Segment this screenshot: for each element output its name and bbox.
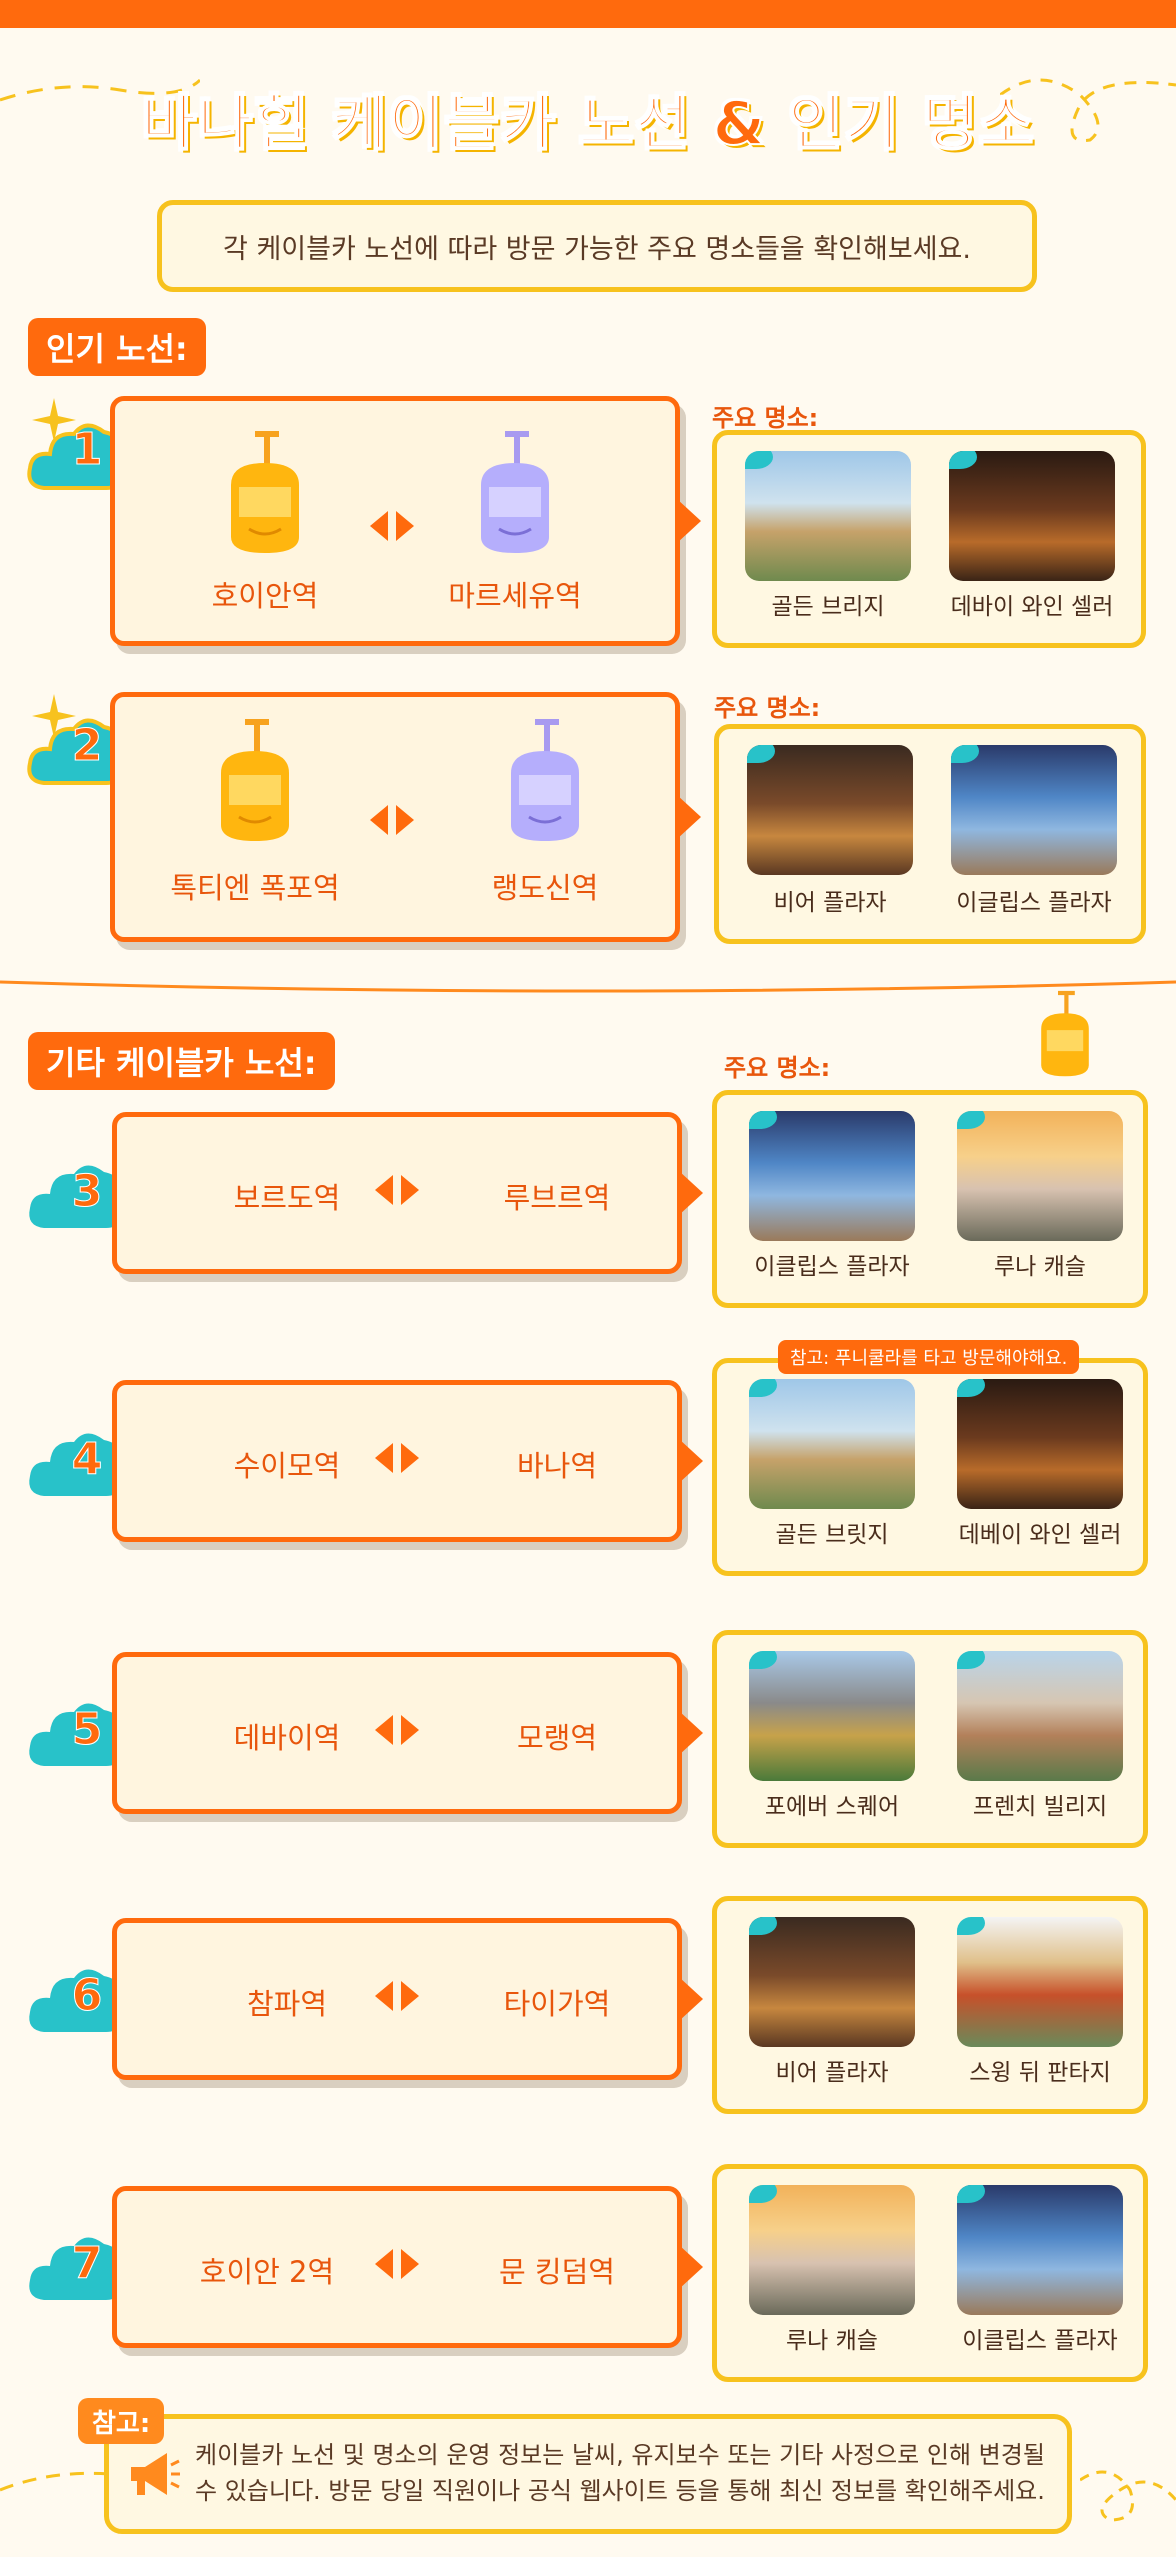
spot-photo xyxy=(745,451,911,581)
route-card: 보르도역 루브르역 xyxy=(112,1112,703,1274)
from-station: 톡티엔 폭포역 xyxy=(170,871,340,905)
spots-box: 이클립스 플라자 루나 캐슬 xyxy=(712,1090,1148,1308)
from-station: 데바이역 xyxy=(233,1721,341,1755)
to-station: 루브르역 xyxy=(503,1181,611,1215)
route-card: 톡티엔 폭포역 랭도신역 xyxy=(110,692,701,942)
to-station: 마르세유역 xyxy=(448,579,582,613)
spot-photo xyxy=(747,745,913,875)
spots-label: 주요 명소: xyxy=(712,404,819,432)
spots-label: 주요 명소: xyxy=(714,694,821,722)
spot-photo xyxy=(957,2185,1123,2315)
from-station: 보르도역 xyxy=(233,1181,341,1215)
subtitle-box: 각 케이블카 노선에 따라 방문 가능한 주요 명소들을 확인해보세요. xyxy=(157,200,1037,292)
route-pointer xyxy=(679,1171,703,1215)
other-routes-label: 기타 케이블카 노선: xyxy=(28,1032,335,1090)
bottom-note-label: 참고: xyxy=(78,2398,165,2444)
route-card: 참파역 타이가역 xyxy=(112,1918,703,2080)
top-accent-bar xyxy=(0,0,1176,28)
route-card: 호이안 2역 문 킹덤역 xyxy=(112,2186,703,2348)
route-number: 7 xyxy=(71,2238,103,2290)
to-station: 타이가역 xyxy=(503,1987,611,2021)
from-station: 참파역 xyxy=(246,1987,328,2021)
route-number: 5 xyxy=(71,1704,103,1756)
spots-box: 골든 브릿지 데베이 와인 셀러 xyxy=(712,1358,1148,1576)
spot-photo xyxy=(749,2185,915,2315)
spot-name: 이글립스 플라자 xyxy=(956,890,1112,916)
cable-car-icon xyxy=(221,719,289,841)
spots-label: 주요 명소: xyxy=(724,1054,831,1082)
spot-photo xyxy=(957,1917,1123,2047)
page-title: 바나힐 케이블카 노선 & 인기 명소 xyxy=(140,88,1035,160)
decorative-loop-bottom-right xyxy=(1080,2470,1176,2522)
bottom-note-box: 케이블카 노선 및 명소의 운영 정보는 날씨, 유지보수 또는 기타 사정으로… xyxy=(104,2414,1072,2534)
cable-car-icon xyxy=(1041,990,1089,1077)
spot-name: 비어 플라자 xyxy=(775,2060,889,2086)
bidirectional-arrow-icon xyxy=(370,805,414,835)
bottom-note-text: 케이블카 노선 및 명소의 운영 정보는 날씨, 유지보수 또는 기타 사정으로… xyxy=(195,2441,1045,2505)
route-number: 1 xyxy=(71,424,103,476)
route-card: 수이모역 바나역 xyxy=(112,1380,703,1542)
to-station: 바나역 xyxy=(516,1449,598,1483)
spot-name: 포에버 스퀘어 xyxy=(764,1794,900,1820)
route-number: 2 xyxy=(71,720,103,772)
spot-name: 골든 브릿지 xyxy=(775,1522,889,1548)
spot-photo xyxy=(949,451,1115,581)
spot-photo xyxy=(749,1651,915,1781)
spots-box: 골든 브리지 데바이 와인 셀러 xyxy=(712,430,1146,648)
spot-name: 데베이 와인 셀러 xyxy=(958,1522,1122,1548)
cable-car-icon xyxy=(231,431,299,553)
route-pointer xyxy=(679,1977,703,2021)
spot-photo xyxy=(951,745,1117,875)
spot-photo xyxy=(749,1111,915,1241)
route-pointer xyxy=(679,1711,703,1755)
section-divider xyxy=(0,980,1176,993)
to-station: 모랭역 xyxy=(516,1721,598,1755)
spot-name: 루나 캐슬 xyxy=(786,2328,878,2354)
funicular-note: 참고: 푸니쿨라를 타고 방문해야해요. xyxy=(778,1340,1080,1374)
route-card: 호이안역 마르세유역 xyxy=(110,396,701,646)
spot-photo xyxy=(957,1111,1123,1241)
to-station: 랭도신역 xyxy=(491,871,599,905)
cable-car-icon xyxy=(481,431,549,553)
route-pointer xyxy=(677,795,701,839)
spot-name: 비어 플라자 xyxy=(773,890,887,916)
spot-name: 루나 캐슬 xyxy=(994,1254,1086,1280)
megaphone-icon xyxy=(131,2453,180,2495)
from-station: 호이안 2역 xyxy=(199,2255,335,2289)
bidirectional-arrow-icon xyxy=(375,1443,419,1473)
spot-name: 이클립스 플라자 xyxy=(962,2328,1118,2354)
bidirectional-arrow-icon xyxy=(370,511,414,541)
spots-box: 비어 플라자 이글립스 플라자 xyxy=(714,724,1146,944)
spot-name: 데바이 와인 셀러 xyxy=(950,594,1114,620)
route-number: 6 xyxy=(71,1970,103,2022)
route-pointer xyxy=(679,2245,703,2289)
spot-name: 이클립스 플라자 xyxy=(754,1254,910,1280)
cable-car-icon xyxy=(511,719,579,841)
popular-routes-label: 인기 노선: xyxy=(28,318,206,376)
route-card: 데바이역 모랭역 xyxy=(112,1652,703,1814)
subtitle-text: 각 케이블카 노선에 따라 방문 가능한 주요 명소들을 확인해보세요. xyxy=(223,233,971,265)
route-number: 4 xyxy=(71,1434,103,1486)
spot-photo xyxy=(957,1379,1123,1509)
spot-photo xyxy=(957,1651,1123,1781)
decorative-dash-bottom-left xyxy=(0,2471,110,2492)
route-pointer xyxy=(677,499,701,543)
bidirectional-arrow-icon xyxy=(375,1175,419,1205)
spots-box: 포에버 스퀘어 프렌치 빌리지 xyxy=(712,1630,1148,1848)
spot-name: 프렌치 빌리지 xyxy=(972,1794,1108,1820)
spots-box: 비어 플라자 스윙 뒤 판타지 xyxy=(712,1896,1148,2114)
to-station: 문 킹덤역 xyxy=(499,2255,615,2289)
spot-name: 골든 브리지 xyxy=(771,594,885,620)
from-station: 호이안역 xyxy=(211,579,319,613)
spot-name: 스윙 뒤 판타지 xyxy=(969,2060,1111,2086)
route-pointer xyxy=(679,1439,703,1483)
bidirectional-arrow-icon xyxy=(375,1981,419,2011)
spot-photo xyxy=(749,1917,915,2047)
spots-box: 루나 캐슬 이클립스 플라자 xyxy=(712,2164,1148,2382)
spot-photo xyxy=(749,1379,915,1509)
from-station: 수이모역 xyxy=(233,1449,341,1483)
bidirectional-arrow-icon xyxy=(375,1715,419,1745)
route-number: 3 xyxy=(71,1166,103,1218)
bidirectional-arrow-icon xyxy=(375,2249,419,2279)
